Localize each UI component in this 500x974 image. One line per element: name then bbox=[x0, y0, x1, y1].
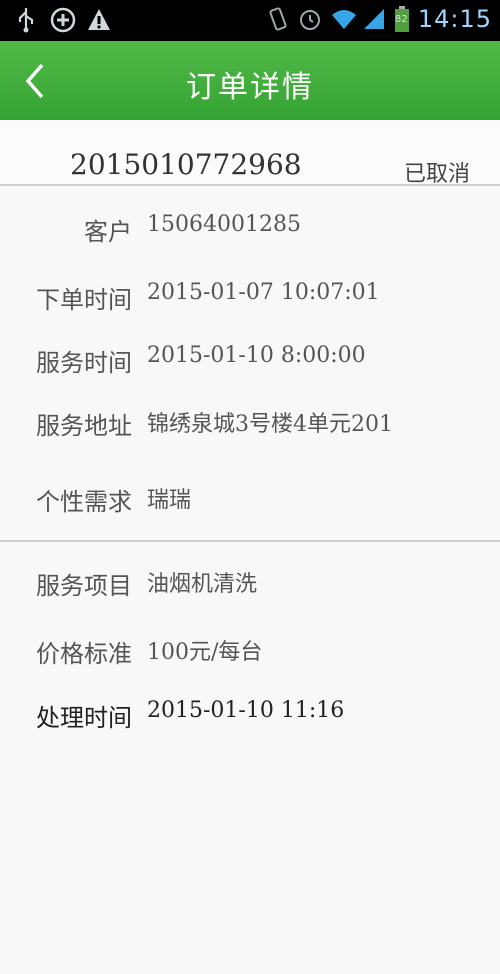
detail-label: 客户 bbox=[84, 218, 132, 246]
detail-label: 服务时间 bbox=[36, 349, 132, 377]
order-summary: 2015010772968 已取消 bbox=[0, 120, 500, 187]
service-label: 价格标准 bbox=[36, 640, 132, 668]
detail-value: 15064001285 bbox=[147, 212, 301, 237]
service-value: 100元/每台 bbox=[147, 640, 263, 665]
page-title: 订单详情 bbox=[186, 70, 314, 105]
service-row-item: 服务项目 油烟机清洗 bbox=[0, 566, 500, 606]
battery-icon: 82 bbox=[394, 5, 410, 33]
clock: 14:15 bbox=[417, 5, 492, 33]
service-details: 服务项目 油烟机清洗 价格标准 100元/每台 处理时间 2015-01-10 … bbox=[0, 542, 500, 974]
detail-value: 2015-01-07 10:07:01 bbox=[147, 280, 380, 305]
usb-icon bbox=[14, 6, 38, 34]
app-header: 订单详情 bbox=[0, 41, 500, 120]
status-bar: 82 14:15 bbox=[0, 0, 500, 41]
wifi-icon bbox=[330, 5, 356, 33]
detail-row-order-time: 下单时间 2015-01-07 10:07:01 bbox=[0, 280, 500, 320]
detail-label: 个性需求 bbox=[36, 488, 132, 516]
status-badge: 已取消 bbox=[403, 162, 470, 187]
vibrate-icon bbox=[266, 5, 290, 33]
detail-row-service-time: 服务时间 2015-01-10 8:00:00 bbox=[0, 343, 500, 383]
service-value: 2015-01-10 11:16 bbox=[147, 698, 345, 723]
order-details: 客户 15064001285 下单时间 2015-01-07 10:07:01 … bbox=[0, 186, 500, 542]
warning-icon bbox=[86, 6, 110, 34]
service-label: 服务项目 bbox=[36, 572, 132, 600]
battery-level: 82 bbox=[394, 14, 408, 25]
signal-icon bbox=[362, 5, 386, 33]
service-label: 处理时间 bbox=[36, 704, 132, 732]
service-value: 油烟机清洗 bbox=[147, 572, 258, 597]
service-row-price: 价格标准 100元/每台 bbox=[0, 634, 500, 674]
detail-row-requirements: 个性需求 瑞瑞 bbox=[0, 482, 500, 522]
detail-label: 服务地址 bbox=[36, 412, 132, 440]
add-circle-icon bbox=[50, 6, 76, 34]
order-number: 2015010772968 bbox=[70, 148, 302, 181]
detail-value: 锦绣泉城3号楼4单元201 bbox=[147, 412, 393, 437]
detail-value: 2015-01-10 8:00:00 bbox=[147, 343, 366, 368]
detail-label: 下单时间 bbox=[36, 286, 132, 314]
alarm-icon bbox=[298, 5, 322, 33]
detail-row-address: 服务地址 锦绣泉城3号楼4单元201 bbox=[0, 406, 500, 446]
detail-value: 瑞瑞 bbox=[147, 488, 192, 513]
detail-row-customer: 客户 15064001285 bbox=[0, 212, 500, 252]
service-row-processing-time: 处理时间 2015-01-10 11:16 bbox=[0, 698, 500, 738]
